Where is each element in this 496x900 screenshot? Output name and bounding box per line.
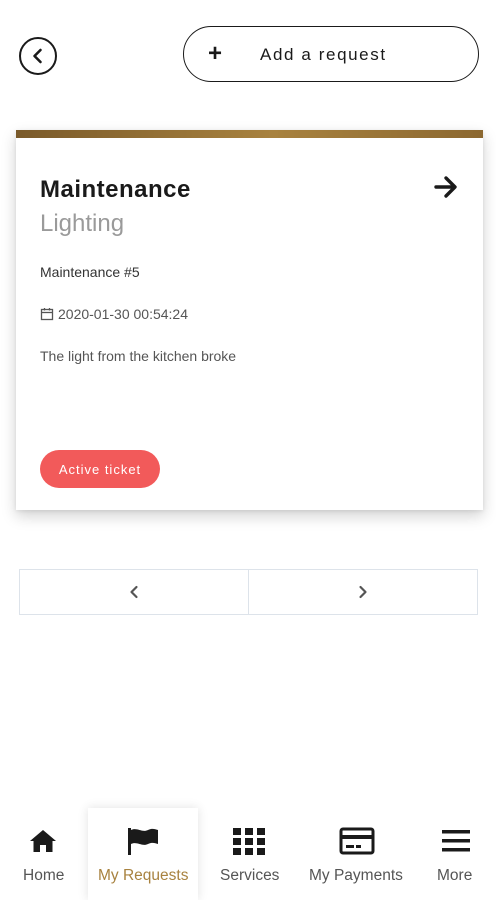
- flag-icon: [126, 826, 160, 856]
- request-date: 2020-01-30 00:54:24: [40, 306, 188, 322]
- request-description: The light from the kitchen broke: [40, 348, 237, 364]
- bottom-tab-bar: Home My Requests Services My Payments Mo…: [0, 808, 496, 900]
- tab-my-requests[interactable]: My Requests: [88, 808, 198, 900]
- add-request-label: Add a request: [260, 45, 387, 64]
- request-date-value: 2020-01-30 00:54:24: [58, 306, 188, 322]
- request-card[interactable]: Maintenance Lighting Maintenance #5 2020…: [16, 130, 483, 510]
- request-subcategory: Lighting: [40, 210, 125, 237]
- add-request-button[interactable]: + Add a request: [183, 26, 479, 82]
- tab-more[interactable]: More: [428, 808, 484, 900]
- credit-card-icon: [339, 826, 375, 856]
- plus-icon: +: [208, 40, 223, 67]
- next-page-button[interactable]: [248, 570, 477, 614]
- tab-home[interactable]: Home: [10, 808, 78, 900]
- previous-page-button[interactable]: [20, 570, 248, 614]
- calendar-icon: [40, 308, 54, 321]
- arrow-right-icon[interactable]: [433, 174, 459, 200]
- tab-label: Services: [220, 867, 280, 884]
- chevron-left-icon: [33, 48, 42, 64]
- tab-label: More: [437, 867, 473, 884]
- chevron-right-icon: [359, 585, 367, 599]
- request-category: Maintenance: [40, 176, 191, 203]
- status-badge[interactable]: Active ticket: [40, 450, 160, 488]
- grid-icon: [232, 826, 266, 856]
- request-reference: Maintenance #5: [40, 264, 140, 280]
- menu-icon: [441, 826, 471, 856]
- back-button[interactable]: [19, 37, 57, 75]
- pagination: [19, 569, 478, 615]
- tab-label: My Requests: [98, 867, 189, 884]
- tab-my-payments[interactable]: My Payments: [306, 808, 408, 900]
- tab-label: Home: [23, 867, 65, 884]
- chevron-left-icon: [130, 585, 138, 599]
- card-accent-bar: [16, 130, 483, 138]
- home-icon: [28, 826, 58, 856]
- tab-services[interactable]: Services: [212, 808, 286, 900]
- tab-label: My Payments: [309, 867, 403, 884]
